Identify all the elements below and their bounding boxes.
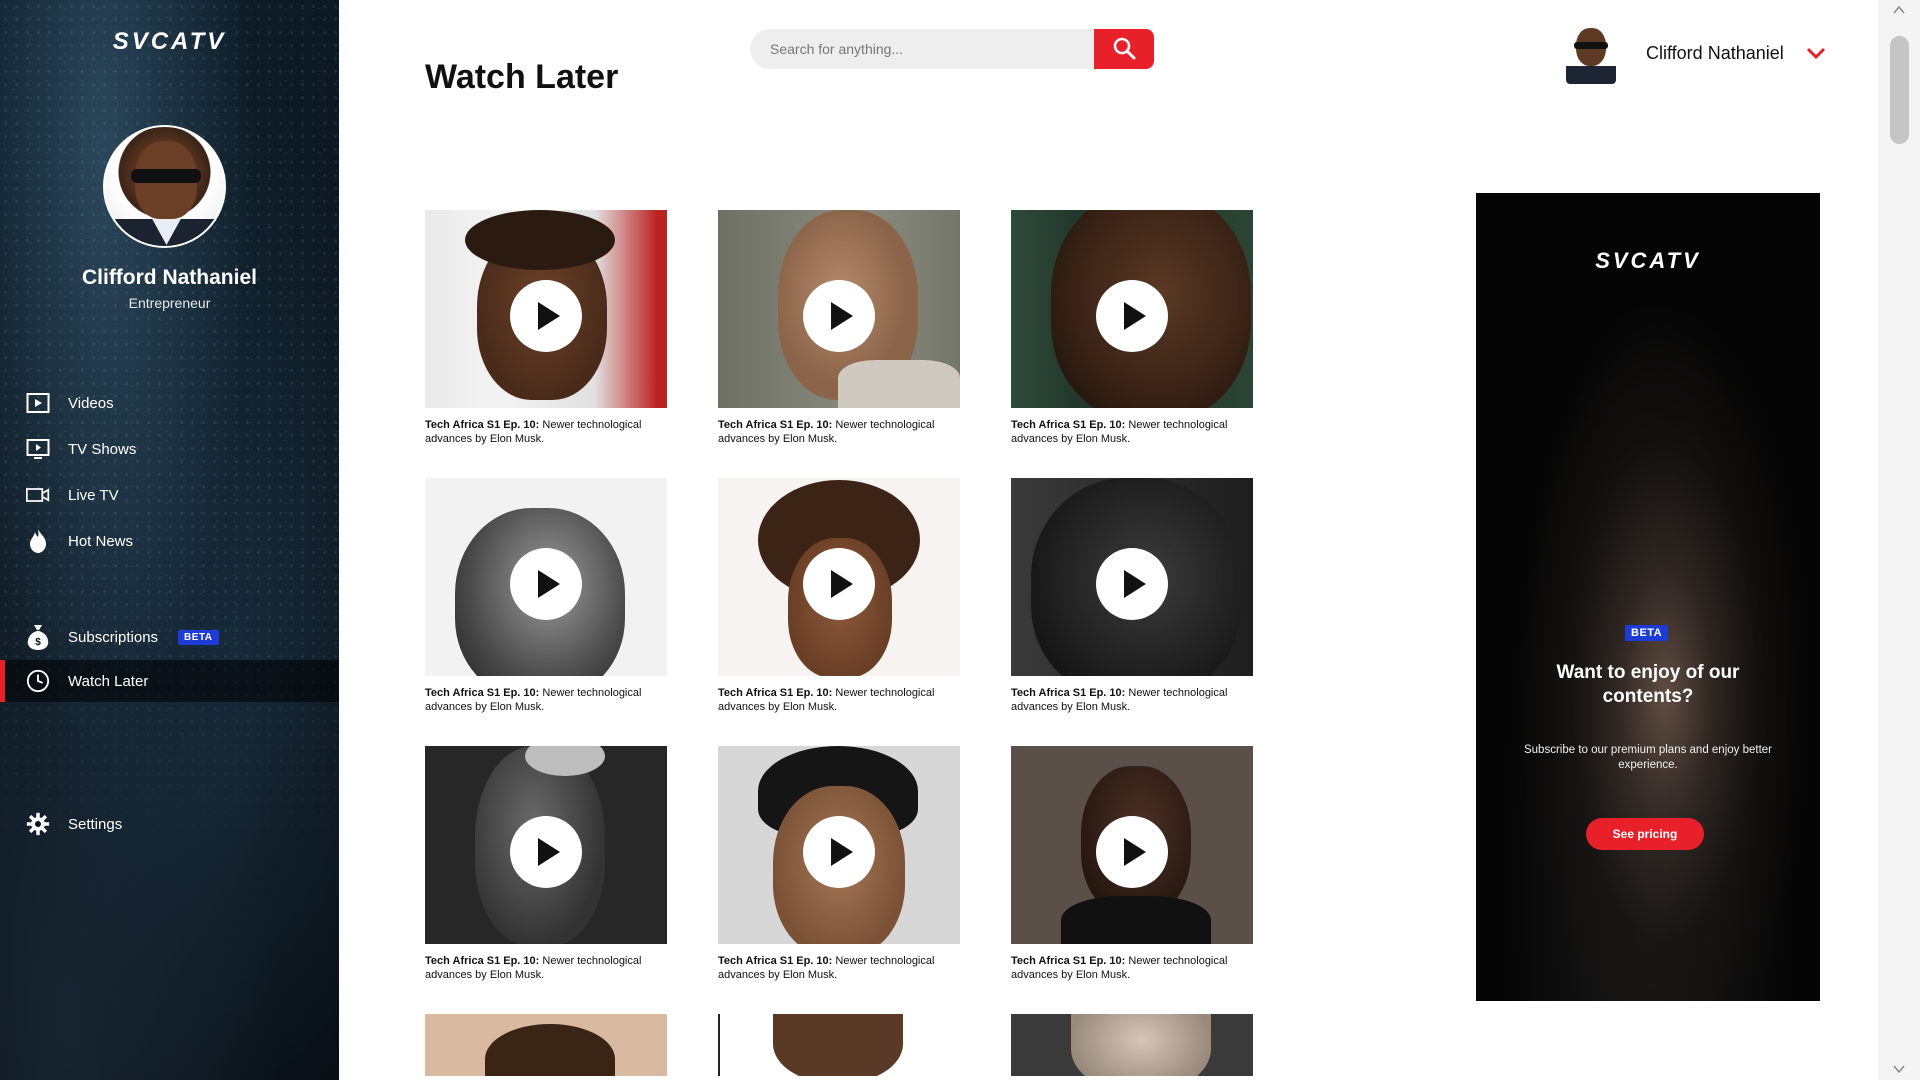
video-thumbnail[interactable] xyxy=(1011,210,1253,408)
video-thumbnail[interactable] xyxy=(1011,478,1253,676)
video-card[interactable]: Tech Africa S1 Ep. 10: Newer technologic… xyxy=(425,746,667,994)
video-caption[interactable]: Tech Africa S1 Ep. 10: Newer technologic… xyxy=(718,686,960,726)
tv-icon xyxy=(26,437,50,461)
beta-badge: BETA xyxy=(178,629,219,645)
sidebar-item-videos[interactable]: Videos xyxy=(0,383,339,423)
sidebar-item-watch-later[interactable]: Watch Later xyxy=(0,660,339,702)
see-pricing-button[interactable]: See pricing xyxy=(1586,818,1704,850)
video-thumbnail[interactable] xyxy=(718,478,960,676)
play-button[interactable] xyxy=(510,280,582,352)
promo-subtext: Subscribe to our premium plans and enjoy… xyxy=(1523,744,1773,771)
watch-later-grid: Tech Africa S1 Ep. 10: Newer technologic… xyxy=(425,210,1253,1076)
video-card[interactable]: Tech Africa S1 Ep. 10: Newer technologic… xyxy=(718,210,960,458)
profile-name: Clifford Nathaniel xyxy=(81,266,257,289)
play-button[interactable] xyxy=(803,548,875,620)
chevron-down-icon[interactable] xyxy=(1806,43,1826,63)
promo-logo: SVCATV xyxy=(1595,248,1701,273)
video-caption[interactable]: Tech Africa S1 Ep. 10: Newer technologic… xyxy=(425,418,667,458)
search-icon xyxy=(1112,36,1136,63)
video-thumbnail[interactable] xyxy=(718,1014,960,1076)
search-button[interactable] xyxy=(1094,29,1154,69)
sidebar-item-label: Subscriptions xyxy=(68,628,159,646)
promo-beta-badge: BETA xyxy=(1625,625,1669,641)
page-scrollbar[interactable] xyxy=(1878,0,1920,1080)
sidebar-item-label: Hot News xyxy=(68,532,134,550)
video-caption[interactable]: Tech Africa S1 Ep. 10: Newer technologic… xyxy=(425,686,667,726)
video-card[interactable] xyxy=(1011,1014,1253,1076)
sidebar-item-label: TV Shows xyxy=(68,440,137,458)
play-button[interactable] xyxy=(510,548,582,620)
search-input[interactable] xyxy=(750,29,1094,69)
video-card[interactable]: Tech Africa S1 Ep. 10: Newer technologic… xyxy=(718,478,960,726)
scrollbar-thumb[interactable] xyxy=(1890,36,1909,144)
search-bar xyxy=(750,29,1154,69)
sidebar-item-label: Settings xyxy=(68,815,123,833)
video-card[interactable]: Tech Africa S1 Ep. 10: Newer technologic… xyxy=(1011,746,1253,994)
promo-headline: Want to enjoy of our contents? xyxy=(1556,662,1740,707)
settings-nav: Settings xyxy=(0,804,339,844)
video-thumbnail[interactable] xyxy=(425,210,667,408)
play-button[interactable] xyxy=(1096,816,1168,888)
video-card[interactable]: Tech Africa S1 Ep. 10: Newer technologic… xyxy=(1011,210,1253,458)
sidebar-item-live-tv[interactable]: Live TV xyxy=(0,475,339,515)
profile-avatar[interactable] xyxy=(103,125,226,248)
svg-text:$: $ xyxy=(35,637,41,648)
sidebar-item-tv-shows[interactable]: TV Shows xyxy=(0,429,339,469)
video-thumbnail[interactable] xyxy=(425,478,667,676)
sidebar-item-settings[interactable]: Settings xyxy=(0,804,339,844)
clock-icon xyxy=(26,669,50,693)
sidebar: SVCATV Clifford Nathaniel Entrepreneur V… xyxy=(0,0,339,1080)
video-thumbnail[interactable] xyxy=(1011,1014,1253,1076)
video-thumbnail[interactable] xyxy=(718,210,960,408)
gear-icon xyxy=(26,812,50,836)
video-card[interactable]: Tech Africa S1 Ep. 10: Newer technologic… xyxy=(718,746,960,994)
video-caption[interactable]: Tech Africa S1 Ep. 10: Newer technologic… xyxy=(425,954,667,994)
play-button[interactable] xyxy=(1096,280,1168,352)
profile-role: Entrepreneur xyxy=(128,295,211,311)
secondary-nav: $ Subscriptions BETA Watch Later xyxy=(0,616,339,702)
video-card[interactable] xyxy=(718,1014,960,1076)
chevron-down-icon[interactable] xyxy=(1891,1061,1907,1077)
sidebar-logo[interactable]: SVCATV xyxy=(0,28,339,56)
app-root: SVCATV Clifford Nathaniel Entrepreneur V… xyxy=(0,0,1920,1080)
page-title: Watch Later xyxy=(425,58,619,96)
chevron-up-icon[interactable] xyxy=(1891,2,1907,18)
play-button[interactable] xyxy=(1096,548,1168,620)
camera-icon xyxy=(26,483,50,507)
video-caption[interactable]: Tech Africa S1 Ep. 10: Newer technologic… xyxy=(1011,686,1253,726)
video-icon xyxy=(26,391,50,415)
video-caption[interactable]: Tech Africa S1 Ep. 10: Newer technologic… xyxy=(718,418,960,458)
sidebar-item-label: Live TV xyxy=(68,486,119,504)
video-thumbnail[interactable] xyxy=(1011,746,1253,944)
flame-icon xyxy=(26,529,50,553)
sidebar-item-label: Videos xyxy=(68,394,114,412)
play-button[interactable] xyxy=(803,280,875,352)
user-menu[interactable]: Clifford Nathaniel xyxy=(1566,22,1826,84)
video-caption[interactable]: Tech Africa S1 Ep. 10: Newer technologic… xyxy=(1011,418,1253,458)
sidebar-item-label: Watch Later xyxy=(68,672,149,690)
video-card[interactable]: Tech Africa S1 Ep. 10: Newer technologic… xyxy=(425,210,667,458)
money-bag-icon: $ xyxy=(26,625,50,650)
play-button[interactable] xyxy=(803,816,875,888)
video-thumbnail[interactable] xyxy=(718,746,960,944)
promo-banner: SVCATV BETA Want to enjoy of our content… xyxy=(1476,193,1820,1001)
play-button[interactable] xyxy=(510,816,582,888)
video-caption[interactable]: Tech Africa S1 Ep. 10: Newer technologic… xyxy=(718,954,960,994)
avatar[interactable] xyxy=(1566,22,1616,84)
sidebar-item-subscriptions[interactable]: $ Subscriptions BETA xyxy=(0,616,339,658)
video-thumbnail[interactable] xyxy=(425,1014,667,1076)
video-thumbnail[interactable] xyxy=(425,746,667,944)
sidebar-item-hot-news[interactable]: Hot News xyxy=(0,521,339,561)
video-caption[interactable]: Tech Africa S1 Ep. 10: Newer technologic… xyxy=(1011,954,1253,994)
video-card[interactable]: Tech Africa S1 Ep. 10: Newer technologic… xyxy=(425,478,667,726)
primary-nav: Videos TV Shows Live TV Hot News xyxy=(0,383,339,561)
video-card[interactable] xyxy=(425,1014,667,1076)
video-card[interactable]: Tech Africa S1 Ep. 10: Newer technologic… xyxy=(1011,478,1253,726)
user-name[interactable]: Clifford Nathaniel xyxy=(1646,43,1784,64)
